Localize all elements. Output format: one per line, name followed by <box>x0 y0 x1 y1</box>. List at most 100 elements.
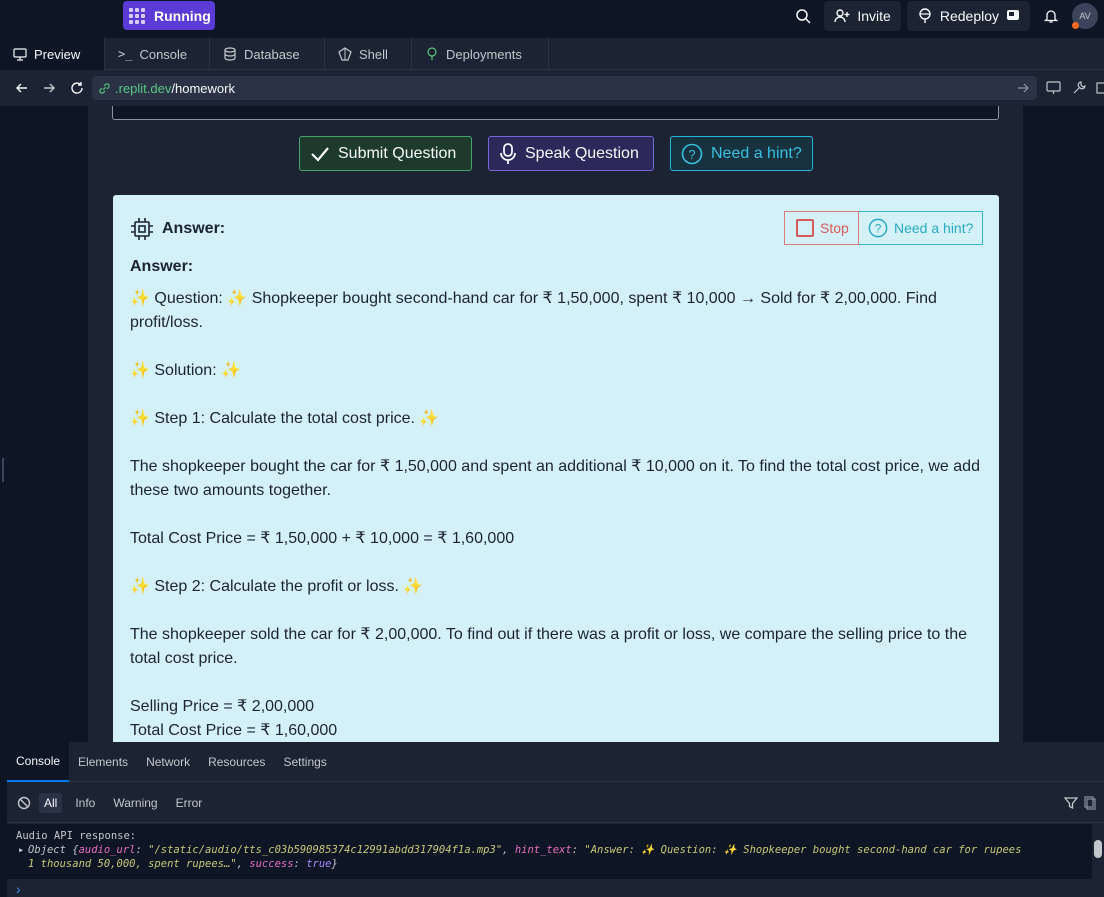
console-log: Audio API response: ▸ Object {audio_url:… <box>7 824 1092 879</box>
log-key: success <box>249 858 294 870</box>
invite-label: Invite <box>857 7 891 24</box>
tab-console[interactable]: >_ Console <box>105 38 210 70</box>
copy-icon[interactable] <box>1084 796 1096 810</box>
action-row: Submit Question Speak Question ? Need a … <box>88 136 1023 172</box>
submit-question-button[interactable]: Submit Question <box>299 136 472 171</box>
stop-label: Stop <box>820 220 849 236</box>
forward-button[interactable] <box>39 78 59 98</box>
answer-card: Answer: Stop ? Need a hint? Answer: ✨ Qu… <box>113 195 999 742</box>
clear-console-icon[interactable] <box>17 796 31 810</box>
step2-paragraph: The shopkeeper sold the car for ₹ 2,00,0… <box>130 626 968 667</box>
question-line: ✨ Question: ✨ Shopkeeper bought second-h… <box>130 287 990 335</box>
search-button[interactable] <box>788 1 818 31</box>
notifications-button[interactable] <box>1036 1 1066 31</box>
sparkles-icon: ✨ <box>227 290 248 307</box>
grid-icon <box>129 7 145 24</box>
speak-question-button[interactable]: Speak Question <box>488 136 654 171</box>
redeploy-button[interactable]: Redeploy <box>906 0 1030 31</box>
redeploy-label: Redeploy <box>939 7 999 24</box>
devices-button[interactable] <box>1043 78 1063 98</box>
selling-price-line: Selling Price = ₹ 2,00,000 <box>130 698 315 715</box>
run-button[interactable]: Running <box>123 1 215 30</box>
tab-label: Preview <box>34 46 81 62</box>
expand-caret-icon[interactable]: ▸ <box>18 843 24 857</box>
card-hint-button[interactable]: ? Need a hint? <box>859 211 983 245</box>
devtools-tab-elements[interactable]: Elements <box>69 742 137 782</box>
tab-preview[interactable]: Preview <box>0 38 105 70</box>
devtools-tab-resources[interactable]: Resources <box>199 742 274 782</box>
total-cost-line: Total Cost Price = ₹ 1,50,000 + ₹ 10,000… <box>130 530 515 547</box>
shell-icon <box>338 47 352 61</box>
check-icon <box>311 146 329 162</box>
filter-icon[interactable] <box>1064 796 1078 810</box>
monitor-icon <box>1045 81 1061 94</box>
devtools-tab-network[interactable]: Network <box>137 742 199 782</box>
console-filter-bar: All Info Warning Error <box>7 783 1104 823</box>
log-title: Audio API response: <box>16 830 137 842</box>
top-bar: Running Invite Redeploy AV <box>0 0 1104 38</box>
chat-icon <box>1007 9 1019 20</box>
filter-all[interactable]: All <box>39 792 63 813</box>
preview-viewport: Submit Question Speak Question ? Need a … <box>7 106 1104 742</box>
tab-database[interactable]: Database <box>210 38 325 70</box>
filter-warning[interactable]: Warning <box>108 793 162 813</box>
sparkles-icon: ✨ <box>221 362 242 379</box>
status-dot <box>1072 21 1079 29</box>
reload-button[interactable] <box>67 78 87 98</box>
step2-line: ✨ Step 2: Calculate the profit or loss. … <box>130 575 990 599</box>
log-string: 1 thousand 50,000, spent rupees…" <box>28 858 237 870</box>
top-right-actions: Invite Redeploy AV <box>788 0 1104 31</box>
devtools-tabs: Console Elements Network Resources Setti… <box>7 742 1104 782</box>
console-prompt[interactable]: › <box>16 881 21 897</box>
database-icon <box>224 47 236 61</box>
tab-label: Console <box>139 46 188 62</box>
filter-info[interactable]: Info <box>70 793 100 813</box>
step1-text: Step 1: Calculate the total cost price. <box>154 410 415 427</box>
url-bar: .replit.dev/homework <box>0 70 1104 106</box>
open-arrow-icon <box>1018 83 1029 93</box>
console-scrollbar[interactable] <box>1092 824 1104 879</box>
terminal-icon: >_ <box>118 47 133 61</box>
step1-line: ✨ Step 1: Calculate the total cost price… <box>130 407 990 431</box>
invite-button[interactable]: Invite <box>824 0 901 31</box>
devtools-tab-settings[interactable]: Settings <box>274 742 335 782</box>
reload-icon <box>71 82 83 94</box>
answer-title: Answer: <box>130 258 194 275</box>
microphone-icon <box>500 142 516 164</box>
workspace-tabs: Preview >_ Console Database Shell Deploy… <box>0 38 1104 70</box>
scroll-thumb[interactable] <box>1094 840 1102 858</box>
log-object[interactable]: ▸ Object {audio_url: "/static/audio/tts_… <box>16 843 1092 871</box>
url-input[interactable]: .replit.dev/homework <box>92 76 1037 100</box>
step2-text: Step 2: Calculate the profit or loss. <box>154 578 399 595</box>
question-textarea[interactable] <box>112 106 999 120</box>
svg-text:?: ? <box>688 147 695 162</box>
sparkles-icon: ✨ <box>130 290 150 307</box>
back-button[interactable] <box>12 78 32 98</box>
question-text: Shopkeeper bought second-hand car for ₹ … <box>130 290 937 331</box>
stop-button[interactable]: Stop <box>784 211 859 245</box>
need-hint-button[interactable]: ? Need a hint? <box>670 136 813 171</box>
run-label: Running <box>154 7 211 24</box>
tab-shell[interactable]: Shell <box>325 38 412 70</box>
card-hint-label: Need a hint? <box>894 220 974 236</box>
question-circle-icon: ? <box>681 143 703 164</box>
hint-label: Need a hint? <box>711 144 802 162</box>
bell-icon <box>1043 9 1059 23</box>
url-host: .replit.dev <box>115 80 172 96</box>
total-cost-line-2: Total Cost Price = ₹ 1,60,000 <box>130 722 338 739</box>
svg-text:?: ? <box>875 222 882 236</box>
filter-error[interactable]: Error <box>171 793 208 813</box>
avatar[interactable]: AV <box>1072 2 1098 29</box>
answer-header: Answer: <box>130 217 225 241</box>
new-tab-button[interactable] <box>1092 78 1104 98</box>
devtools-tab-console[interactable]: Console <box>7 742 70 782</box>
external-icon <box>1096 82 1104 94</box>
sparkles-icon: ✨ <box>130 362 150 379</box>
link-icon <box>99 82 110 94</box>
devtools-button[interactable] <box>1069 78 1089 98</box>
tab-deployments[interactable]: Deployments <box>412 38 549 70</box>
sparkles-icon: ✨ <box>403 578 424 595</box>
resize-handle[interactable] <box>2 458 4 482</box>
solution-label: Solution: <box>154 362 217 379</box>
log-prefix: Object { <box>28 844 79 856</box>
